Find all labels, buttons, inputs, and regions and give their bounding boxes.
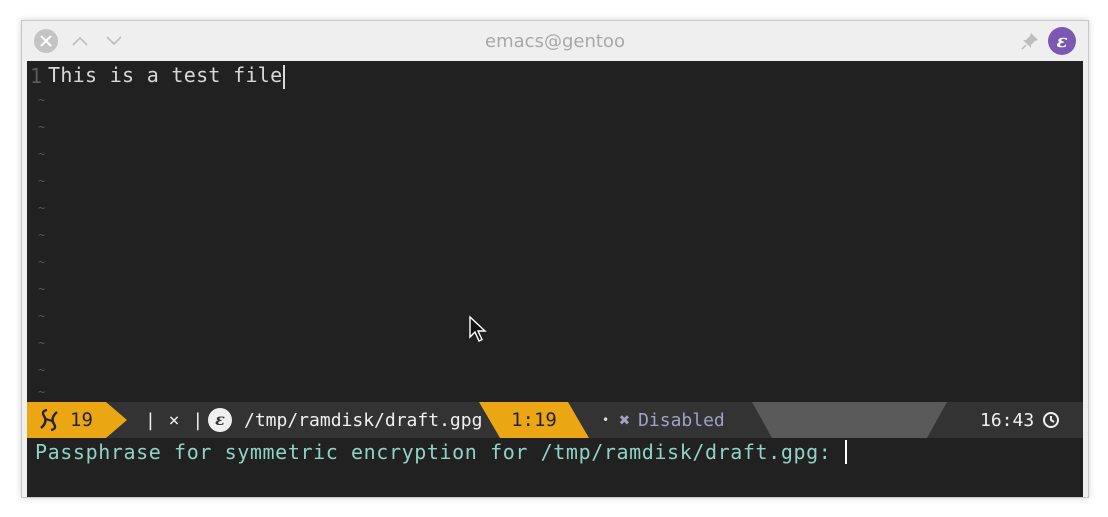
separator-dot: • xyxy=(602,413,610,427)
minibuffer[interactable]: Passphrase for symmetric encryption for … xyxy=(27,438,1083,497)
buffer-line: 1 This is a test file xyxy=(27,63,286,89)
window-icon xyxy=(40,408,58,432)
empty-line-marker: ~ xyxy=(38,228,46,242)
empty-line-marker: ~ xyxy=(38,147,46,161)
empty-line-marker: ~ xyxy=(38,336,46,350)
passphrase-prompt: Passphrase for symmetric encryption for … xyxy=(35,438,848,466)
empty-line-marker: ~ xyxy=(38,255,46,269)
title-bar: emacs@gentoo ε xyxy=(22,21,1088,61)
flycheck-segment[interactable]: • ✖ Disabled xyxy=(602,402,725,438)
text-cursor xyxy=(283,64,286,89)
line-text: This is a test file xyxy=(48,63,286,89)
empty-line-marker: ~ xyxy=(38,385,46,399)
minibuffer-cursor xyxy=(845,440,848,464)
window-title: emacs@gentoo xyxy=(485,31,625,52)
emacs-icon[interactable]: ε xyxy=(1048,27,1076,55)
empty-line-marker: ~ xyxy=(38,120,46,134)
line-number: 1 xyxy=(29,64,42,88)
cursor-position: 1:19 xyxy=(479,402,589,438)
buffer-state: | × | xyxy=(145,409,205,431)
text-buffer[interactable]: 1 This is a test file ~ ~ ~ ~ ~ ~ ~ ~ ~ … xyxy=(27,61,1083,402)
empty-line-marker: ~ xyxy=(38,93,46,107)
pin-icon xyxy=(1021,33,1038,50)
x-mark-icon: ✖ xyxy=(619,409,631,431)
clock-icon xyxy=(1043,412,1060,428)
empty-line-marker: ~ xyxy=(38,309,46,323)
buffer-file-path: /tmp/ramdisk/draft.gpg xyxy=(244,409,483,431)
time-display: 16:43 xyxy=(980,409,1035,431)
window-number-segment[interactable]: 19 xyxy=(27,402,127,438)
mode-line: 19 | × | ε /tmp/ramdisk/draft.gpg 1:19 •… xyxy=(27,402,1083,438)
emacs-window: emacs@gentoo ε 1 This is a test file ~ ~… xyxy=(21,20,1089,498)
empty-line-marker: ~ xyxy=(38,174,46,188)
window-number: 19 xyxy=(70,409,93,431)
empty-line-marker: ~ xyxy=(38,363,46,377)
clock-segment: 16:43 xyxy=(980,402,1060,438)
modeline-divider xyxy=(752,402,947,438)
emacs-buffer-icon: ε xyxy=(208,408,232,432)
emacs-frame: 1 This is a test file ~ ~ ~ ~ ~ ~ ~ ~ ~ … xyxy=(27,61,1083,497)
flycheck-status: Disabled xyxy=(638,409,725,431)
empty-line-marker: ~ xyxy=(38,282,46,296)
mouse-pointer-icon xyxy=(469,315,487,342)
empty-line-marker: ~ xyxy=(38,201,46,215)
buffer-name-segment[interactable]: ε /tmp/ramdisk/draft.gpg xyxy=(208,402,482,438)
pin-button[interactable] xyxy=(1020,31,1040,51)
